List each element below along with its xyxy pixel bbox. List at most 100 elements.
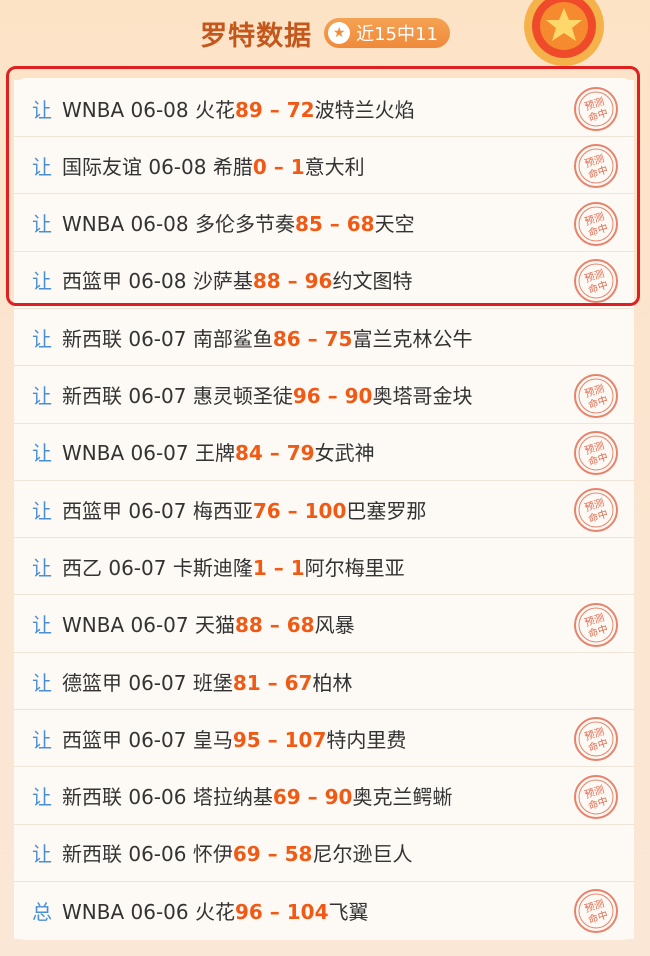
away-score: 100 xyxy=(304,498,347,523)
table-row[interactable]: 让国际友谊 06-08 希腊0 – 1意大利 预测 命中 xyxy=(14,137,634,195)
match-info: WNBA 06-07 王牌84 – 79女武神 xyxy=(62,437,375,466)
league: 西篮甲 xyxy=(62,269,122,294)
league: WNBA xyxy=(62,441,125,466)
home-score: 89 xyxy=(234,97,263,122)
match-date: 06-07 xyxy=(128,498,187,523)
bet-type: 让 xyxy=(32,269,52,294)
match-info: WNBA 06-07 天猫88 – 68风暴 xyxy=(62,609,355,638)
prediction-hit-stamp-icon: 预测命中 xyxy=(574,774,618,819)
league: 国际友谊 xyxy=(62,154,142,179)
table-row[interactable]: 让 WNBA 06-08 多伦多节奏85 – 68天空 预测 命中 xyxy=(14,194,634,252)
home-team: 怀伊 xyxy=(192,842,233,867)
score-separator: – xyxy=(262,613,287,638)
home-team: 王牌 xyxy=(194,441,235,466)
match-info: 新西联 06-06 怀伊69 – 58尼尔逊巨人 xyxy=(62,838,412,867)
away-team: 富兰克林公牛 xyxy=(352,326,473,351)
away-team: 女武神 xyxy=(314,441,375,466)
match-info: WNBA 06-08 火花89 – 72波特兰火焰 xyxy=(62,94,415,123)
table-row[interactable]: 让西篮甲 06-07 皇马95 – 107特内里费 预测 命中 xyxy=(14,710,634,768)
score-separator: – xyxy=(280,269,305,294)
bet-type: 让 xyxy=(32,498,52,523)
away-team: 风暴 xyxy=(314,613,355,638)
home-score: 81 xyxy=(232,670,261,695)
away-score: 107 xyxy=(284,727,327,752)
match-date: 06-08 xyxy=(148,154,207,179)
league: 新西联 xyxy=(62,326,122,351)
bet-type: 让 xyxy=(32,441,52,466)
away-team: 奥塔哥金块 xyxy=(372,384,473,408)
bet-type: 让 xyxy=(32,613,52,638)
bet-type: 让 xyxy=(32,842,52,867)
home-team: 希腊 xyxy=(212,154,253,179)
table-row[interactable]: 让西篮甲 06-07 梅西亚76 – 100巴塞罗那 预测 命中 xyxy=(14,481,634,539)
league: 新西联 xyxy=(62,842,122,867)
bet-type: 让 xyxy=(32,154,52,179)
bet-type: 让 xyxy=(32,785,52,810)
table-row[interactable]: 让 WNBA 06-07 王牌84 – 79女武神 预测 命中 xyxy=(14,423,634,481)
away-team: 天空 xyxy=(374,212,415,237)
match-info: WNBA 06-08 多伦多节奏85 – 68天空 xyxy=(62,208,415,237)
match-info: 新西联 06-06 塔拉纳基69 – 90奥克兰鳄蜥 xyxy=(62,781,452,810)
league: 德篮甲 xyxy=(62,670,122,695)
table-row[interactable]: 让新西联 06-06 怀伊69 – 58尼尔逊巨人 xyxy=(14,824,634,882)
score-separator: – xyxy=(260,842,285,867)
match-date: 06-07 xyxy=(128,384,187,408)
away-team: 波特兰火焰 xyxy=(314,97,415,122)
match-info: 西篮甲 06-07 皇马95 – 107特内里费 xyxy=(62,724,406,753)
table-row[interactable]: 让新西联 06-06 塔拉纳基69 – 90奥克兰鳄蜥 预测 命中 xyxy=(14,767,634,825)
away-score: 68 xyxy=(286,613,315,638)
medal-icon xyxy=(524,0,604,66)
match-date: 06-06 xyxy=(128,842,187,867)
star-icon: ★ xyxy=(328,22,351,44)
table-row[interactable]: 让西乙 06-07 卡斯迪隆1 – 1阿尔梅里亚 xyxy=(14,538,634,596)
away-score: 79 xyxy=(286,441,315,466)
table-row[interactable]: 总 WNBA 06-06 火花96 – 104飞翼 预测 命中 xyxy=(14,882,634,940)
away-team: 飞翼 xyxy=(328,900,369,925)
match-date: 06-07 xyxy=(108,555,167,580)
score-separator: – xyxy=(280,498,305,523)
table-row[interactable]: 让新西联 06-07 惠灵顿圣徒96 – 90奥塔哥金块 预测 命中 xyxy=(14,366,634,424)
score-separator: – xyxy=(322,212,347,237)
bet-type: 让 xyxy=(32,555,52,580)
away-score: 104 xyxy=(286,900,329,925)
away-team: 约文图特 xyxy=(332,269,413,294)
prediction-hit-stamp-icon: 预测命中 xyxy=(574,889,618,934)
home-score: 88 xyxy=(252,269,281,294)
away-score: 75 xyxy=(324,326,353,351)
home-score: 69 xyxy=(232,842,261,867)
home-score: 95 xyxy=(232,727,261,752)
match-info: WNBA 06-06 火花96 – 104飞翼 xyxy=(62,896,369,925)
table-row[interactable]: 让 WNBA 06-07 天猫88 – 68风暴 预测 命中 xyxy=(14,595,634,653)
away-score: 90 xyxy=(324,785,353,810)
away-score: 68 xyxy=(346,212,375,237)
match-info: 西篮甲 06-07 梅西亚76 – 100巴塞罗那 xyxy=(62,495,426,524)
match-date: 06-06 xyxy=(130,900,189,925)
prediction-hit-stamp-icon: 预测命中 xyxy=(574,87,618,131)
bet-type: 让 xyxy=(32,670,52,695)
away-score: 1 xyxy=(290,555,305,580)
match-date: 06-07 xyxy=(128,727,187,752)
away-score: 1 xyxy=(290,154,305,179)
prediction-hit-stamp-icon: 预测命中 xyxy=(574,373,618,418)
home-team: 火花 xyxy=(194,97,235,122)
match-date: 06-08 xyxy=(130,97,189,122)
match-info: 新西联 06-07 惠灵顿圣徒96 – 90奥塔哥金块 xyxy=(62,380,472,409)
score-separator: – xyxy=(262,900,287,925)
table-row[interactable]: 让 WNBA 06-08 火花89 – 72波特兰火焰 预测 命中 xyxy=(14,80,634,137)
table-row[interactable]: 让新西联 06-07 南部鲨鱼86 – 75富兰克林公牛 xyxy=(14,309,634,367)
match-date: 06-07 xyxy=(130,441,189,466)
match-date: 06-07 xyxy=(128,326,187,351)
league: WNBA xyxy=(62,97,125,122)
home-team: 塔拉纳基 xyxy=(192,785,273,810)
home-score: 0 xyxy=(252,154,267,179)
score-separator: – xyxy=(320,384,345,408)
match-date: 06-07 xyxy=(130,613,189,638)
home-team: 卡斯迪隆 xyxy=(172,555,253,580)
table-row[interactable]: 让西篮甲 06-08 沙萨基88 – 96约文图特 预测 命中 xyxy=(14,251,634,309)
bet-type: 让 xyxy=(32,727,52,752)
prediction-hit-stamp-icon: 预测命中 xyxy=(574,602,618,647)
match-info: 国际友谊 06-08 希腊0 – 1意大利 xyxy=(62,151,365,180)
table-row[interactable]: 让德篮甲 06-07 班堡81 – 67柏林 xyxy=(14,653,634,710)
away-team: 尼尔逊巨人 xyxy=(312,842,413,867)
league: 西乙 xyxy=(62,555,102,580)
